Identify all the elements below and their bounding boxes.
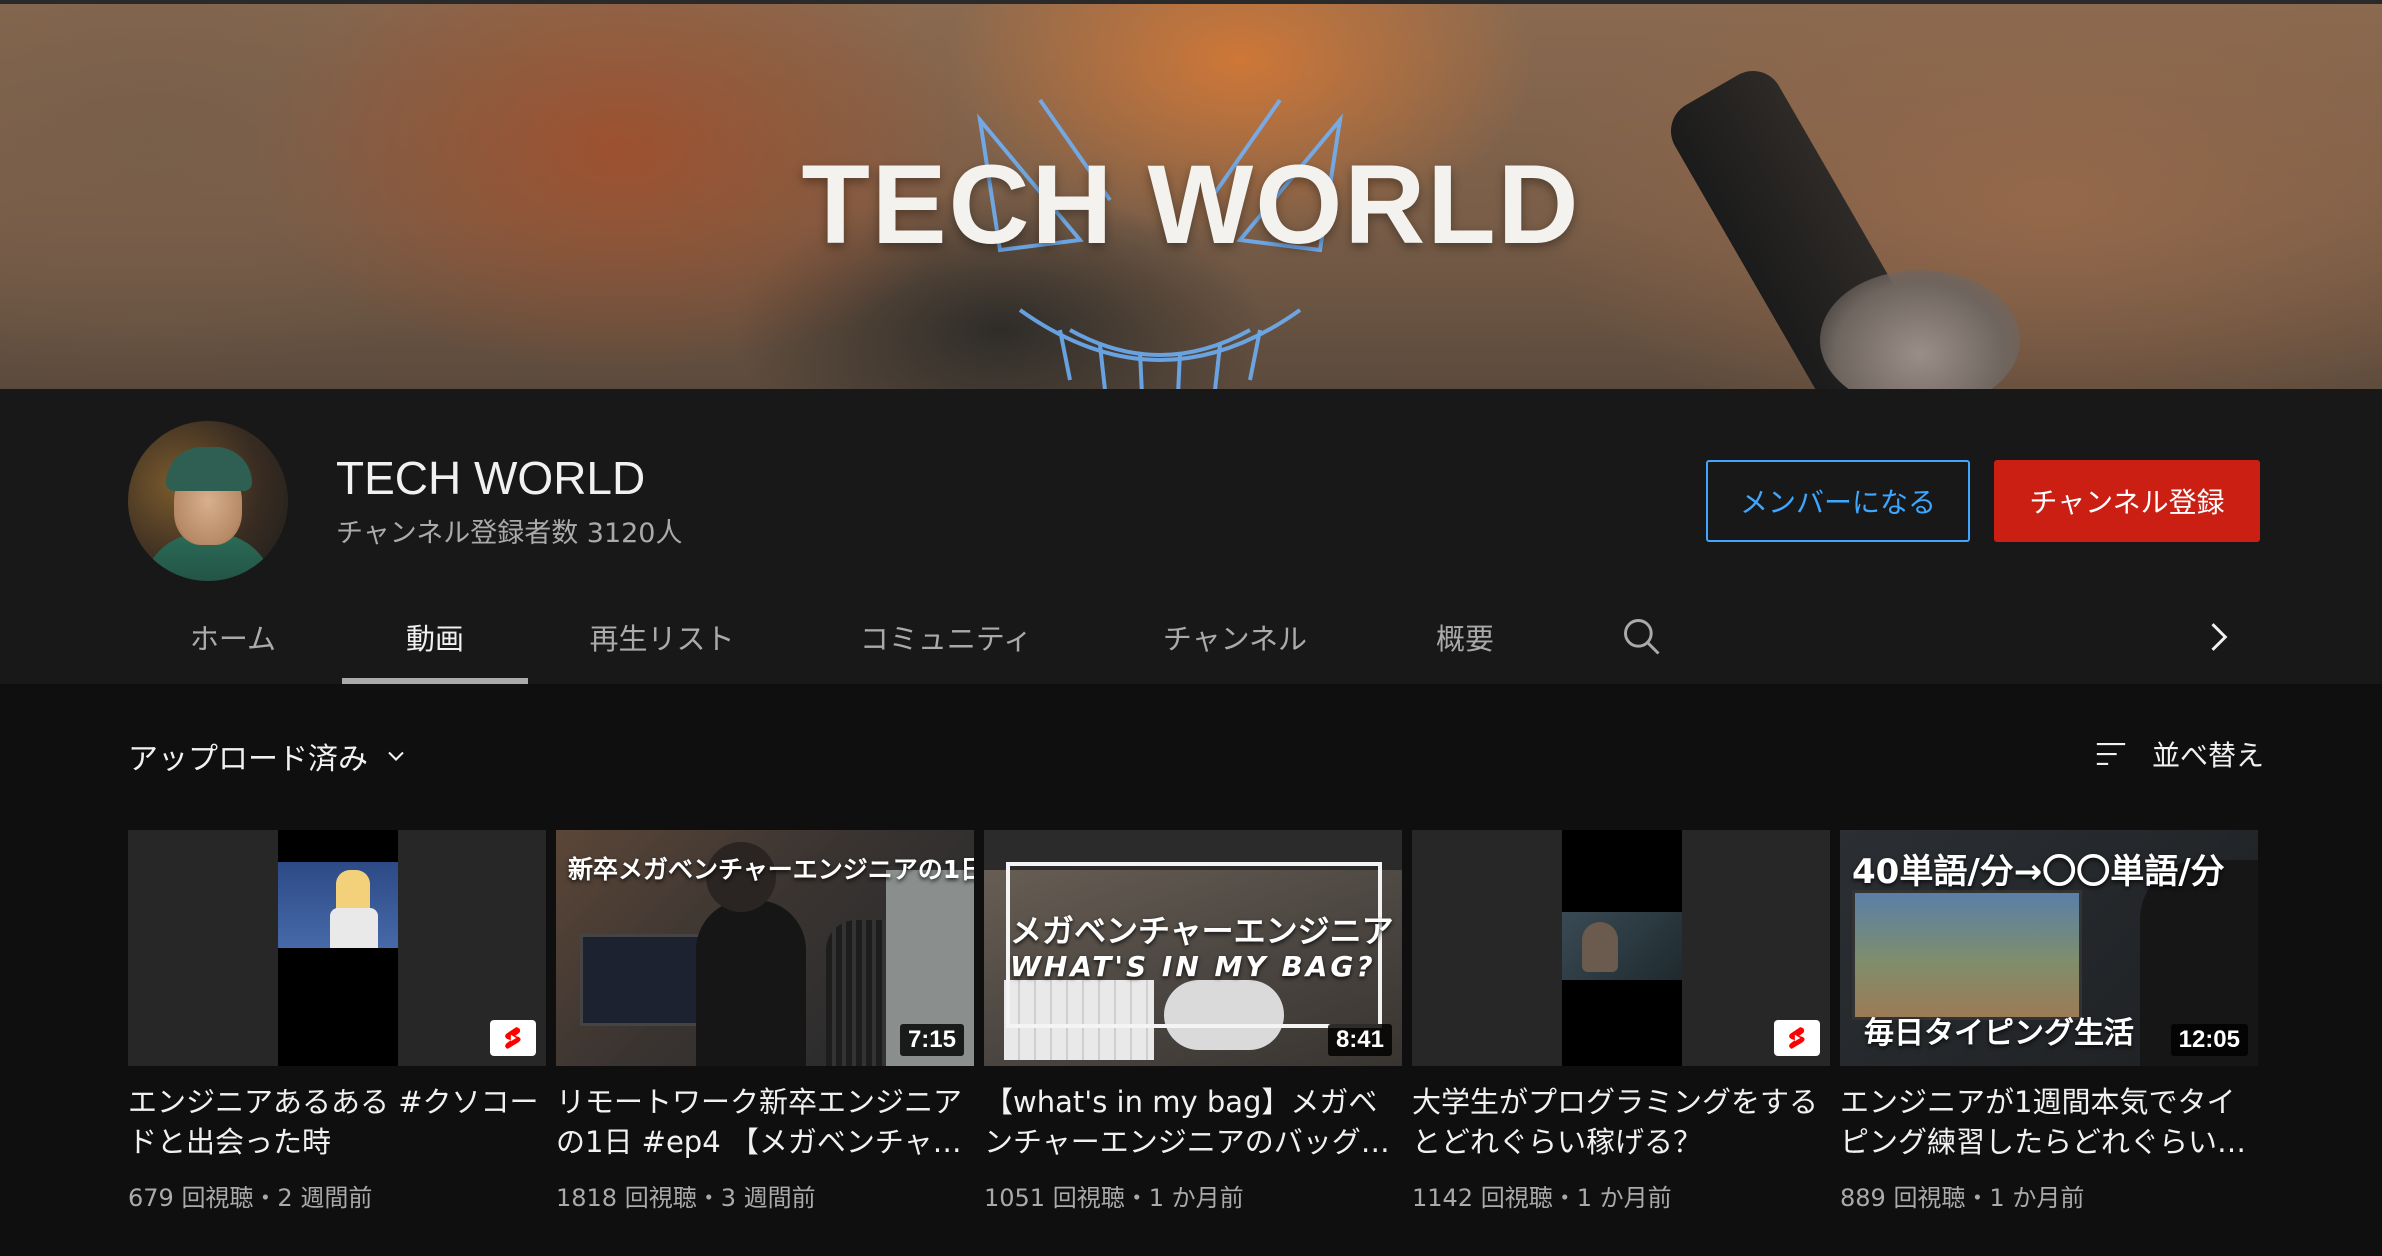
avatar-cap <box>166 447 252 491</box>
video-duration: 7:15 <box>899 1024 964 1056</box>
tab-home[interactable]: ホーム <box>172 589 294 684</box>
video-still <box>1562 912 1682 980</box>
subscriber-count: チャンネル登録者数 3120人 <box>336 518 683 549</box>
video-title[interactable]: 大学生がプログラミングをするとどれぐらい稼げる？ <box>1412 1082 1830 1162</box>
channel-banner: TECH WORLD <box>0 0 2382 389</box>
upload-filter-dropdown[interactable]: アップロード済み <box>128 734 410 778</box>
thumbnail-overlay-text: メガベンチャーエンジニア <box>1010 912 1394 950</box>
tab-about[interactable]: 概要 <box>1420 589 1510 684</box>
video-card[interactable]: エンジニアあるある #クソコードと出会った時 679 回視聴・2 週間前 <box>128 830 546 1213</box>
join-member-button[interactable]: メンバーになる <box>1706 460 1970 542</box>
video-meta: 1142 回視聴・1 か月前 <box>1412 1184 1672 1212</box>
shorts-icon <box>490 1020 536 1056</box>
cartoon-shirt <box>330 908 378 948</box>
avatar[interactable] <box>128 421 288 581</box>
tab-videos[interactable]: 動画 <box>342 589 528 684</box>
person-silhouette <box>696 900 806 1066</box>
banner-top-border <box>0 0 2382 4</box>
sort-label: 並べ替え <box>2151 739 2264 772</box>
video-meta: 889 回視聴・1 か月前 <box>1840 1184 2085 1212</box>
tab-playlists[interactable]: 再生リスト <box>572 589 752 684</box>
upload-filter-label: アップロード済み <box>128 742 368 777</box>
thumbnail-overlay-text: 40単語/分→〇〇単語/分 <box>1852 852 2225 892</box>
videos-section: アップロード済み 並べ替え エンジニアあるある #クソコードと出会った時 679… <box>0 684 2382 1256</box>
video-card[interactable]: メガベンチャーエンジニア WHAT'S IN MY BAG? 8:41 【wha… <box>984 830 1402 1213</box>
video-card[interactable]: 大学生がプログラミングをするとどれぐらい稼げる？ 1142 回視聴・1 か月前 <box>1412 830 1830 1213</box>
video-title[interactable]: エンジニアあるある #クソコードと出会った時 <box>128 1082 546 1162</box>
sort-button[interactable]: 並べ替え <box>2092 734 2264 774</box>
channel-header: TECH WORLD チャンネル登録者数 3120人 メンバーになる チャンネル… <box>0 389 2382 684</box>
tab-channels[interactable]: チャンネル <box>1150 589 1320 684</box>
video-grid: エンジニアあるある #クソコードと出会った時 679 回視聴・2 週間前 新卒メ… <box>128 830 2262 1250</box>
video-thumbnail[interactable]: 新卒メガベンチャーエンジニアの1日 7:15 <box>556 830 974 1066</box>
video-thumbnail[interactable]: 40単語/分→〇〇単語/分 毎日タイピング生活 12:05 <box>1840 830 2258 1066</box>
tab-community[interactable]: コミュニティ <box>846 589 1046 684</box>
thumbnail-overlay-subtext: 毎日タイピング生活 <box>1864 1016 2134 1051</box>
person-shape <box>1582 922 1618 972</box>
sort-icon <box>2096 743 2126 765</box>
search-icon[interactable] <box>1620 615 1664 659</box>
video-thumbnail[interactable] <box>1412 830 1830 1066</box>
vertical-frame <box>1562 830 1682 1066</box>
video-meta: 1051 回視聴・1 か月前 <box>984 1184 1244 1212</box>
video-thumbnail[interactable] <box>128 830 546 1066</box>
banner-title: TECH WORLD <box>801 142 1581 267</box>
chevron-right-icon[interactable] <box>2196 615 2240 659</box>
video-meta: 679 回視聴・2 週間前 <box>128 1184 373 1212</box>
cartoon-panel <box>278 862 398 948</box>
thumbnail-overlay-subtext: WHAT'S IN MY BAG? <box>1010 950 1376 983</box>
vertical-frame <box>278 830 398 1066</box>
video-card[interactable]: 40単語/分→〇〇単語/分 毎日タイピング生活 12:05 エンジニアが1週間本… <box>1840 830 2258 1213</box>
video-title[interactable]: 【what's in my bag】メガベンチャーエンジニアのバッグの中身 <box>984 1082 1402 1162</box>
channel-name: TECH WORLD <box>336 452 646 504</box>
thumbnail-overlay-text: 新卒メガベンチャーエンジニアの1日 <box>568 855 974 884</box>
video-card[interactable]: 新卒メガベンチャーエンジニアの1日 7:15 リモートワーク新卒エンジニアの1日… <box>556 830 974 1213</box>
video-duration: 8:41 <box>1327 1024 1392 1056</box>
video-meta: 1818 回視聴・3 週間前 <box>556 1184 816 1212</box>
channel-tabs: ホーム 動画 再生リスト コミュニティ チャンネル 概要 <box>0 589 2382 684</box>
subscribe-button[interactable]: チャンネル登録 <box>1994 460 2260 542</box>
video-thumbnail[interactable]: メガベンチャーエンジニア WHAT'S IN MY BAG? 8:41 <box>984 830 1402 1066</box>
video-title[interactable]: エンジニアが1週間本気でタイピング練習したらどれぐらい速くなる？ <box>1840 1082 2258 1162</box>
video-title[interactable]: リモートワーク新卒エンジニアの1日 #ep4 【メガベンチャー】 <box>556 1082 974 1162</box>
laptop-screen <box>1852 890 2082 1020</box>
chevron-down-icon <box>388 751 404 761</box>
youtube-channel-page: TECH WORLD TECH WORLD チャンネル登録者数 3120人 メン… <box>0 0 2382 1256</box>
video-duration: 12:05 <box>2170 1024 2248 1056</box>
shorts-icon <box>1774 1020 1820 1056</box>
